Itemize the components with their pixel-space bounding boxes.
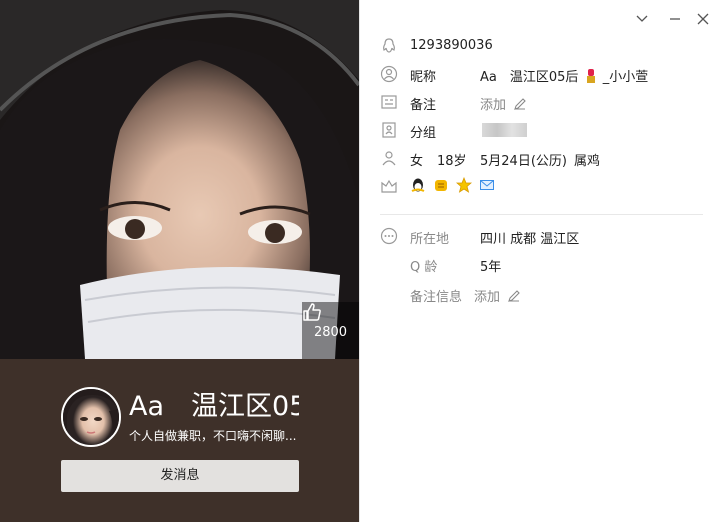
close-icon xyxy=(697,13,709,25)
person-icon xyxy=(382,151,396,166)
qq-penguin-icon[interactable] xyxy=(410,177,426,193)
close-button[interactable] xyxy=(694,10,712,28)
gender: 女 xyxy=(410,154,424,169)
star-icon[interactable] xyxy=(456,177,473,193)
avatar-illustration xyxy=(63,389,119,445)
collapse-button[interactable] xyxy=(633,10,651,28)
group-label: 分组 xyxy=(410,126,437,141)
profile-card-right: 1293890036 昵称 Aa 温江区05后 _小小萱 备注 添加 分组 女 … xyxy=(359,0,722,522)
thumbs-up-icon xyxy=(303,303,321,321)
qq-number-row: 1293890036 xyxy=(360,35,722,57)
nickname-suffix: _小小萱 xyxy=(602,70,649,85)
personal-signature: 个人自做兼职，不口嗨不闲聊... xyxy=(129,429,297,443)
mail-icon[interactable] xyxy=(479,177,495,193)
remark-label: 备注 xyxy=(410,98,437,113)
pencil-icon xyxy=(514,98,526,110)
qq-number: 1293890036 xyxy=(410,38,493,53)
group-row: 分组 xyxy=(360,119,722,141)
nickname-label: 昵称 xyxy=(410,70,437,85)
id-card-icon xyxy=(381,95,397,109)
display-name: Aa 温江区05后 xyxy=(129,391,299,422)
like-count: 2800 xyxy=(313,324,348,340)
profile-card-left: 2800 Aa 温江区05后 个人自做兼职，不口嗨不闲聊... 发消息 xyxy=(0,0,359,522)
location-label: 所在地 xyxy=(410,232,450,247)
nickname-row: 昵称 Aa 温江区05后 _小小萱 xyxy=(360,63,722,85)
minimize-icon xyxy=(670,18,680,20)
nickname-value: Aa 温江区05后 _小小萱 xyxy=(480,66,648,85)
birthday: 5月24日(公历) xyxy=(480,154,567,169)
profile-photo[interactable]: 2800 xyxy=(0,0,359,359)
section-divider xyxy=(380,214,703,215)
qage-label: Q 龄 xyxy=(410,260,438,275)
chevron-down-icon xyxy=(636,15,648,22)
basic-info-row: 女 18岁 5月24日(公历) 属鸡 xyxy=(360,147,722,169)
qage-row: Q 龄 5年 xyxy=(360,253,722,275)
badge-icons xyxy=(410,177,498,194)
zodiac: 属鸡 xyxy=(574,154,601,169)
remark-add-link[interactable]: 添加 xyxy=(480,94,531,113)
nickname-prefix: Aa 温江区05后 xyxy=(480,70,579,85)
more-icon xyxy=(380,227,398,245)
qage-value: 5年 xyxy=(480,260,502,275)
remark-add-text: 添加 xyxy=(480,98,507,113)
group-value-redacted[interactable] xyxy=(482,123,527,137)
remark-info-row: 备注信息 添加 xyxy=(360,283,722,305)
remark-info-add-link[interactable]: 添加 xyxy=(474,286,525,305)
location-value: 四川 成都 温江区 xyxy=(480,232,580,247)
send-message-button[interactable]: 发消息 xyxy=(61,460,299,492)
remark-info-add-text: 添加 xyxy=(474,290,501,305)
remark-row: 备注 添加 xyxy=(360,91,722,113)
profile-summary: Aa 温江区05后 个人自做兼职，不口嗨不闲聊... xyxy=(61,387,359,447)
age: 18岁 xyxy=(437,154,467,169)
badges-row xyxy=(360,175,722,197)
contact-book-icon xyxy=(382,122,396,138)
qq-show-icon[interactable] xyxy=(433,177,449,193)
lipstick-emoji-icon xyxy=(586,69,595,83)
pencil-icon xyxy=(508,290,520,302)
qq-penguin-outline-icon xyxy=(383,38,395,53)
crown-icon xyxy=(381,179,397,193)
minimize-button[interactable] xyxy=(666,10,684,28)
location-row: 所在地 四川 成都 温江区 xyxy=(360,225,722,247)
like-button[interactable]: 2800 xyxy=(302,302,359,359)
user-circle-icon xyxy=(380,65,398,83)
remark-info-label: 备注信息 xyxy=(410,290,463,305)
avatar[interactable] xyxy=(61,387,121,447)
